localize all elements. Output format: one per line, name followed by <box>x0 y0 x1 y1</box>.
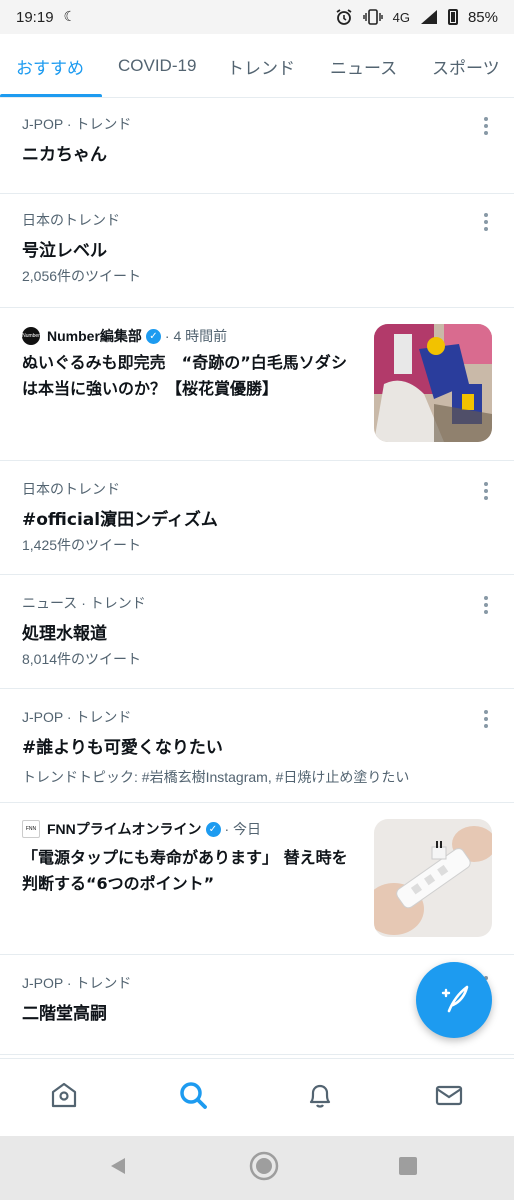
tab-sports[interactable]: スポーツ <box>432 34 500 97</box>
trend-topics: トレンドトピック: #岩橋玄樹Instagram, #日焼け止め塗りたい <box>22 769 410 785</box>
trend-title: 処理水報道 <box>22 624 107 644</box>
trend-title: 二階堂高嗣 <box>22 1004 107 1024</box>
battery-percent: 85% <box>467 8 498 26</box>
search-icon <box>178 1080 208 1114</box>
alarm-icon <box>335 8 353 26</box>
nav-home-button[interactable] <box>46 1079 82 1115</box>
source-logo: Number <box>22 327 40 345</box>
network-type: 4G <box>392 9 410 25</box>
trend-category: J-POP · トレンド <box>22 116 132 132</box>
system-back-button[interactable] <box>102 1152 134 1184</box>
status-time: 19:19 <box>16 8 54 26</box>
vibrate-icon <box>362 9 383 25</box>
more-options-icon[interactable] <box>476 707 496 731</box>
more-options-icon[interactable] <box>476 114 496 138</box>
verified-badge-icon: ✓ <box>205 821 221 837</box>
trend-title: 号泣レベル <box>22 241 107 261</box>
news-thumbnail <box>374 324 492 442</box>
tweet-count: 8,014件のツイート <box>22 651 142 667</box>
trend-title: #誰よりも可愛くなりたい <box>22 738 223 758</box>
trend-category: ニュース · トレンド <box>22 595 146 611</box>
notifications-bell-icon <box>305 1080 335 1114</box>
tab-for-you[interactable]: おすすめ <box>16 34 84 97</box>
back-triangle-icon <box>107 1155 129 1181</box>
news-item[interactable]: Number Number編集部 ✓ · 4 時間前 ぬいぐるみも即完売 “奇跡… <box>0 308 514 461</box>
recents-square-icon <box>397 1155 419 1181</box>
trend-category: J-POP · トレンド <box>22 709 132 725</box>
explore-feed: J-POP · トレンド ニカちゃん 日本のトレンド 号泣レベル 2,056件の… <box>0 98 514 1055</box>
trend-item[interactable]: 日本のトレンド #official濵田ンディズム 1,425件のツイート <box>0 461 514 575</box>
trend-title: ニカちゃん <box>22 145 107 165</box>
news-time: · 今日 <box>224 821 262 837</box>
system-recents-button[interactable] <box>392 1152 424 1184</box>
explore-tabs: おすすめ COVID-19 トレンド ニュース スポーツ <box>0 34 514 98</box>
nav-search-button[interactable] <box>175 1079 211 1115</box>
nav-messages-button[interactable] <box>431 1079 467 1115</box>
source-name: FNNプライムオンライン <box>47 821 202 837</box>
system-navigation-bar <box>0 1136 514 1200</box>
trend-item[interactable]: 日本のトレンド 号泣レベル 2,056件のツイート <box>0 194 514 308</box>
do-not-disturb-icon: ☾ <box>63 9 77 25</box>
trend-item[interactable]: J-POP · トレンド #誰よりも可愛くなりたい トレンドトピック: #岩橋玄… <box>0 689 514 803</box>
news-item[interactable]: FNN FNNプライムオンライン ✓ · 今日 「電源タップにも寿命があります」… <box>0 803 514 955</box>
news-source: FNN FNNプライムオンライン ✓ · 今日 <box>22 819 261 839</box>
home-circle-icon <box>248 1150 280 1186</box>
news-headline: ぬいぐるみも即完売 “奇跡の”白毛馬ソダシは本当に強いのか？【桜花賞優勝】 <box>22 353 348 398</box>
trend-item[interactable]: J-POP · トレンド ニカちゃん <box>0 98 514 194</box>
system-home-button[interactable] <box>248 1150 280 1186</box>
trend-category: 日本のトレンド <box>22 212 120 228</box>
tweet-count: 2,056件のツイート <box>22 268 142 284</box>
tab-trending[interactable]: トレンド <box>227 34 295 97</box>
news-headline: 「電源タップにも寿命があります」 替え時を判断する“6つのポイント” <box>22 848 348 893</box>
compose-tweet-button[interactable] <box>416 962 492 1038</box>
source-name: Number編集部 <box>47 328 142 344</box>
status-bar: 19:19 ☾ 4G 85% <box>0 0 514 34</box>
verified-badge-icon: ✓ <box>145 328 161 344</box>
more-options-icon[interactable] <box>476 479 496 503</box>
news-time: · 4 時間前 <box>164 328 228 344</box>
home-icon <box>49 1080 79 1114</box>
more-options-icon[interactable] <box>476 210 496 234</box>
tab-covid19[interactable]: COVID-19 <box>118 34 196 97</box>
news-source: Number Number編集部 ✓ · 4 時間前 <box>22 326 227 346</box>
bottom-navigation <box>0 1058 514 1136</box>
trend-category: 日本のトレンド <box>22 481 120 497</box>
status-right: 4G 85% <box>335 8 498 26</box>
compose-tweet-icon <box>435 979 473 1021</box>
nav-notifications-button[interactable] <box>302 1079 338 1115</box>
tab-news[interactable]: ニュース <box>330 34 397 97</box>
source-logo: FNN <box>22 820 40 838</box>
tweet-count: 1,425件のツイート <box>22 537 142 553</box>
trend-item[interactable]: ニュース · トレンド 処理水報道 8,014件のツイート <box>0 575 514 689</box>
trend-title: #official濵田ンディズム <box>22 510 218 530</box>
news-thumbnail <box>374 819 492 937</box>
battery-icon <box>447 9 458 25</box>
trend-category: J-POP · トレンド <box>22 975 132 991</box>
more-options-icon[interactable] <box>476 593 496 617</box>
signal-icon <box>420 9 438 25</box>
messages-envelope-icon <box>434 1080 464 1114</box>
